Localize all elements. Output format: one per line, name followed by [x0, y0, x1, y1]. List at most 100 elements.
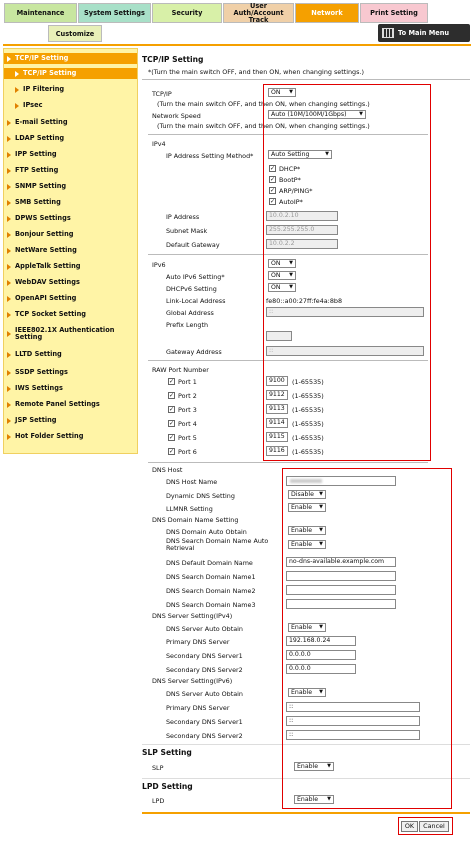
dns-default-domain-field[interactable]: no-dns-available.example.com: [286, 557, 396, 567]
tab-user-auth[interactable]: User Auth/Account Track: [223, 2, 294, 23]
secondary-dns6-1-field[interactable]: ::: [286, 716, 420, 726]
sidebar-item-tcp-socket[interactable]: TCP Socket Setting: [4, 309, 137, 320]
tab-maintenance[interactable]: Maintenance: [4, 3, 77, 23]
secondary-dns6-2-field[interactable]: ::: [286, 730, 420, 740]
dns-search1-label: DNS Search Domain Name1: [166, 573, 256, 581]
sidebar-item-label: WebDAV Settings: [15, 277, 80, 286]
autoip-checkbox[interactable]: ✓: [269, 198, 276, 205]
port2-range: (1-65535): [292, 392, 324, 400]
sidebar-item-hot-folder[interactable]: Hot Folder Setting: [4, 431, 137, 442]
dns-search1-field[interactable]: [286, 571, 396, 581]
tcpip-note: (Turn the main switch OFF, and then ON, …: [157, 100, 370, 108]
lpd-label: LPD: [152, 797, 165, 805]
ip-address-field[interactable]: 10.0.2.10: [266, 211, 338, 221]
port3-field[interactable]: 9113: [266, 404, 288, 414]
sidebar-item-label: IWS Settings: [15, 383, 63, 392]
main-menu-button[interactable]: To Main Menu: [378, 24, 470, 42]
global-address-label: Global Address: [166, 309, 214, 317]
dns-server4-auto-select[interactable]: Enable: [288, 623, 326, 632]
primary-dns4-field[interactable]: 192.168.0.24: [286, 636, 356, 646]
port6-checkbox[interactable]: ✓: [168, 448, 175, 455]
llmnr-select[interactable]: Enable: [288, 503, 326, 512]
port1-field[interactable]: 9100: [266, 376, 288, 386]
tab-system-settings[interactable]: System Settings: [78, 3, 151, 23]
port4-field[interactable]: 9114: [266, 418, 288, 428]
dns-search2-field[interactable]: [286, 585, 396, 595]
triangle-icon: [7, 151, 11, 158]
dhcpv6-select[interactable]: ON: [268, 283, 296, 292]
network-speed-select[interactable]: Auto (10M/100M/1Gbps): [268, 110, 366, 119]
sidebar-item-ieee8021x[interactable]: IEEE802.1X Authentication Setting: [4, 325, 137, 343]
prefix-length-field[interactable]: [266, 331, 292, 341]
sidebar-item-dpws[interactable]: DPWS Settings: [4, 213, 137, 224]
sidebar-item-ssdp[interactable]: SSDP Settings: [4, 367, 137, 378]
arp-ping-checkbox[interactable]: ✓: [269, 187, 276, 194]
tab-customize[interactable]: Customize: [48, 25, 102, 42]
global-address-field[interactable]: ::: [266, 307, 424, 317]
ok-button[interactable]: OK: [401, 821, 418, 832]
lpd-select[interactable]: Enable: [294, 795, 334, 804]
bootp-checkbox[interactable]: ✓: [269, 176, 276, 183]
dns-domain-auto-select[interactable]: Enable: [288, 526, 326, 535]
port1-checkbox[interactable]: ✓: [168, 378, 175, 385]
sidebar-item-tcpip-setting[interactable]: TCP/IP Setting: [4, 53, 137, 64]
default-gateway-field[interactable]: 10.0.2.2: [266, 239, 338, 249]
sidebar-item-netware[interactable]: NetWare Setting: [4, 245, 137, 256]
sidebar-item-openapi[interactable]: OpenAPI Setting: [4, 293, 137, 304]
port2-field[interactable]: 9112: [266, 390, 288, 400]
network-speed-note: (Turn the main switch OFF, and then ON, …: [157, 122, 370, 130]
tab-network[interactable]: Network: [295, 3, 359, 23]
sidebar-item-ldap[interactable]: LDAP Setting: [4, 133, 137, 144]
port2-label: Port 2: [178, 392, 197, 400]
sidebar-subitem-ip-filtering[interactable]: IP Filtering: [4, 84, 137, 95]
dns-host-name-field[interactable]: [286, 476, 396, 486]
triangle-icon: [7, 247, 11, 254]
restart-note: *(Turn the main switch OFF, and then ON,…: [148, 68, 364, 76]
sidebar-item-label: Remote Panel Settings: [15, 399, 100, 408]
ipv6-gateway-field[interactable]: ::: [266, 346, 424, 356]
sidebar-item-smb[interactable]: SMB Setting: [4, 197, 137, 208]
sidebar-item-lltd[interactable]: LLTD Setting: [4, 349, 137, 360]
dns-server6-auto-label: DNS Server Auto Obtain: [166, 690, 243, 698]
cancel-button[interactable]: Cancel: [419, 821, 449, 832]
dns-server6-auto-select[interactable]: Enable: [288, 688, 326, 697]
dns-search-auto-select[interactable]: Enable: [288, 540, 326, 549]
slp-select[interactable]: Enable: [294, 762, 334, 771]
sidebar-subitem-ipsec[interactable]: IPsec: [4, 100, 137, 111]
auto-ipv6-select[interactable]: ON: [268, 271, 296, 280]
port6-label: Port 6: [178, 448, 197, 456]
subnet-mask-field[interactable]: 255.255.255.0: [266, 225, 338, 235]
primary-dns6-field[interactable]: ::: [286, 702, 420, 712]
secondary-dns6-2-label: Secondary DNS Server2: [166, 732, 243, 740]
divider: [148, 254, 428, 255]
port5-checkbox[interactable]: ✓: [168, 434, 175, 441]
dhcp-checkbox[interactable]: ✓: [269, 165, 276, 172]
sidebar-item-appletalk[interactable]: AppleTalk Setting: [4, 261, 137, 272]
tab-print-setting[interactable]: Print Setting: [360, 3, 428, 23]
secondary-dns4-1-field[interactable]: 0.0.0.0: [286, 650, 356, 660]
sidebar-item-remote-panel[interactable]: Remote Panel Settings: [4, 399, 137, 410]
ip-method-select[interactable]: Auto Setting: [268, 150, 332, 159]
tab-security[interactable]: Security: [152, 3, 222, 23]
sidebar-subitem-tcpip-setting[interactable]: TCP/IP Setting: [4, 68, 137, 79]
secondary-dns4-2-field[interactable]: 0.0.0.0: [286, 664, 356, 674]
sidebar-item-iws[interactable]: IWS Settings: [4, 383, 137, 394]
sidebar-item-email[interactable]: E-mail Setting: [4, 117, 137, 128]
port4-checkbox[interactable]: ✓: [168, 420, 175, 427]
port3-checkbox[interactable]: ✓: [168, 406, 175, 413]
sidebar-item-ftp[interactable]: FTP Setting: [4, 165, 137, 176]
port6-field[interactable]: 9116: [266, 446, 288, 456]
dynamic-dns-select[interactable]: Disable: [288, 490, 326, 499]
sidebar-item-label: Hot Folder Setting: [15, 431, 84, 440]
tcpip-select[interactable]: ON: [268, 88, 296, 97]
sidebar-item-jsp[interactable]: JSP Setting: [4, 415, 137, 426]
sidebar-item-snmp[interactable]: SNMP Setting: [4, 181, 137, 192]
port5-field[interactable]: 9115: [266, 432, 288, 442]
triangle-icon: [15, 102, 19, 109]
port2-checkbox[interactable]: ✓: [168, 392, 175, 399]
dns-search3-field[interactable]: [286, 599, 396, 609]
sidebar-item-bonjour[interactable]: Bonjour Setting: [4, 229, 137, 240]
sidebar-item-webdav[interactable]: WebDAV Settings: [4, 277, 137, 288]
sidebar-item-ipp[interactable]: IPP Setting: [4, 149, 137, 160]
ipv6-select[interactable]: ON: [268, 259, 296, 268]
